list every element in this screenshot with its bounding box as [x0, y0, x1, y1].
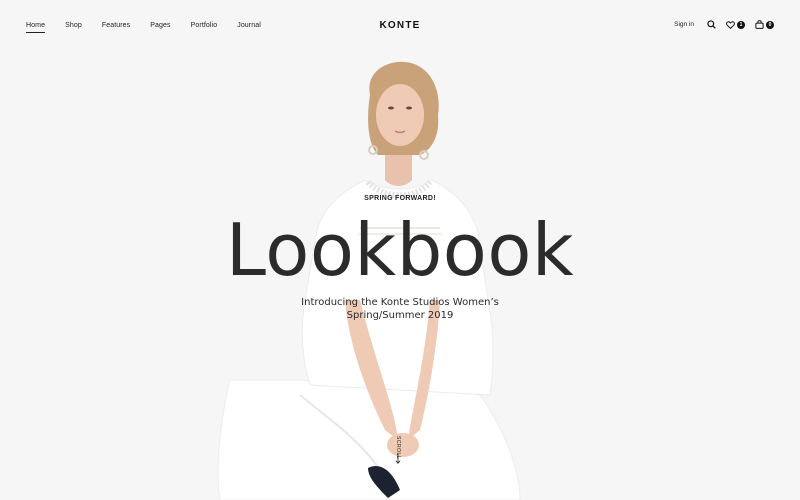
cart-button[interactable]: 0 [755, 20, 774, 29]
hero-eyebrow: SPRING FORWARD! [364, 195, 436, 202]
scroll-down-indicator[interactable]: SCROLL [395, 436, 407, 466]
heart-icon [726, 20, 735, 29]
header-actions: Sign in 1 0 [674, 20, 774, 29]
top-navigation: Home Shop Features Pages Portfolio Journ… [0, 0, 800, 54]
hero-title: Lookbook [225, 208, 575, 292]
hero-subtitle-line-1: Introducing the Konte Studios Women’s [301, 297, 499, 308]
arrow-down-icon [395, 454, 401, 464]
wishlist-count-badge: 1 [737, 20, 745, 29]
sign-in-link[interactable]: Sign in [674, 21, 694, 28]
search-button[interactable] [707, 20, 716, 29]
shopping-bag-icon [755, 20, 764, 29]
model-face [376, 84, 424, 146]
cart-count-badge: 0 [766, 20, 774, 29]
model-trousers [217, 379, 521, 500]
hero-subtitle-line-2: Spring/Summer 2019 [346, 310, 454, 321]
wishlist-button[interactable]: 1 [726, 20, 745, 29]
hero-subtitle: Introducing the Konte Studios Women’s Sp… [0, 296, 800, 322]
search-icon [707, 20, 716, 29]
